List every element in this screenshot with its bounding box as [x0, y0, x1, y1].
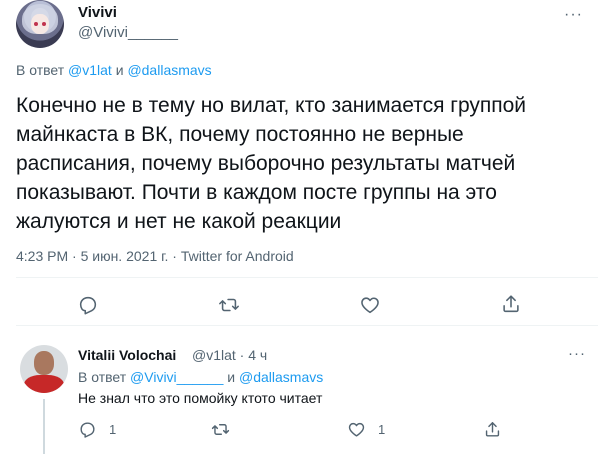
retweet-icon — [211, 424, 230, 435]
replying-to-and: и — [223, 369, 239, 385]
reply-button[interactable] — [77, 294, 99, 316]
avatar-head — [34, 351, 54, 375]
retweet-button[interactable] — [211, 420, 230, 439]
avatar-shirt — [24, 375, 64, 393]
main-tweet: Vivivi @Vivivi______ ··· В ответ @v1lat … — [0, 0, 598, 326]
divider — [16, 325, 598, 326]
reply-icon — [80, 422, 95, 438]
avatar[interactable] — [20, 345, 68, 393]
tweet-text: Конечно не в тему но вилат, кто занимает… — [16, 94, 527, 233]
author-name[interactable]: Vitalii Volochai — [78, 347, 176, 363]
avatar-eye — [42, 22, 46, 26]
like-icon — [361, 297, 379, 314]
retweet-icon — [219, 298, 239, 312]
replying-to: В ответ @Vivivi______ и @dallasmavs — [78, 369, 323, 385]
tweet-text: Не знал что это помойку ктото читает — [78, 390, 323, 406]
more-icon[interactable]: ··· — [564, 6, 583, 24]
reply-count: 1 — [109, 422, 117, 437]
like-button[interactable]: 1 — [347, 420, 385, 439]
share-button[interactable] — [483, 420, 502, 439]
more-icon[interactable]: ··· — [568, 345, 586, 362]
mention-link[interactable]: @dallasmavs — [127, 62, 211, 78]
replying-to-prefix: В ответ — [16, 62, 69, 78]
mention-link[interactable]: @Vivivi______ — [130, 369, 223, 385]
like-button[interactable] — [359, 294, 381, 316]
replying-to: В ответ @v1lat и @dallasmavs — [16, 62, 212, 78]
replying-to-and: и — [111, 62, 128, 78]
avatar[interactable] — [16, 0, 64, 48]
like-icon — [348, 422, 365, 437]
share-icon — [503, 295, 519, 313]
author-name[interactable]: Vivivi — [78, 4, 117, 21]
reply-tweet[interactable]: Vitalii Volochai @v1lat · 4 ч ··· В отве… — [0, 335, 598, 454]
reply-button[interactable]: 1 — [78, 420, 116, 439]
like-count: 1 — [378, 422, 386, 437]
avatar-eye — [34, 22, 38, 26]
tweet-timestamp[interactable]: 4:23 PM · 5 июн. 2021 г. · Twitter for A… — [16, 248, 294, 264]
thread-line — [43, 399, 45, 454]
retweet-button[interactable] — [218, 294, 240, 316]
mention-link[interactable]: @v1lat — [68, 62, 112, 78]
divider — [16, 277, 598, 278]
replying-to-prefix: В ответ — [78, 369, 131, 385]
author-handle[interactable]: @v1lat · 4 ч — [192, 347, 267, 363]
mention-link[interactable]: @dallasmavs — [239, 369, 323, 385]
author-handle[interactable]: @Vivivi______ — [78, 24, 178, 41]
share-button[interactable] — [500, 293, 522, 315]
share-icon — [485, 422, 500, 437]
reply-icon — [79, 296, 97, 315]
